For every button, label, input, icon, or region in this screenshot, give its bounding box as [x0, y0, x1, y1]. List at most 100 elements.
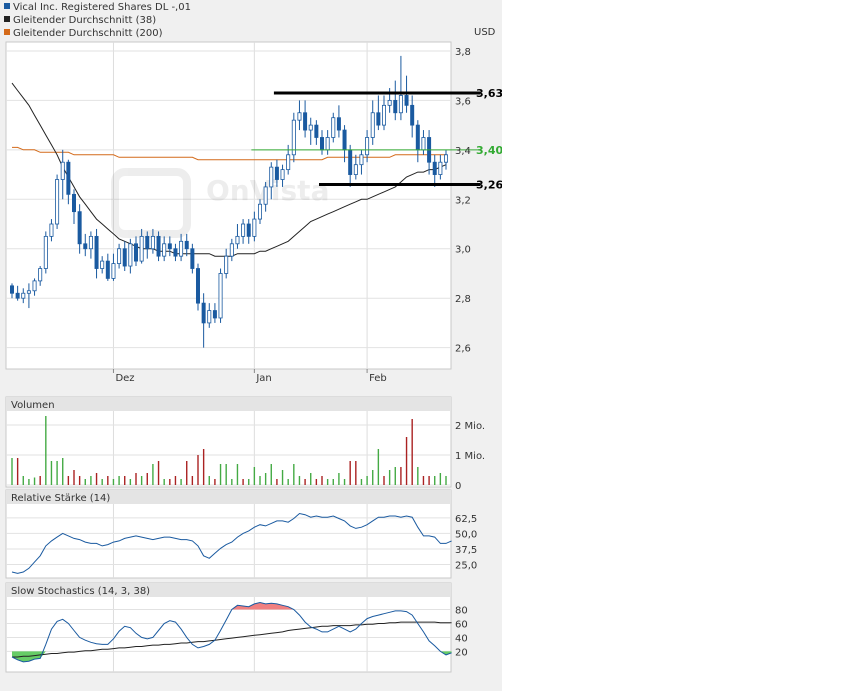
candle-body-34 [201, 302, 206, 324]
candle-body-4 [32, 280, 37, 292]
candle-body-58 [336, 117, 341, 131]
price-y-tick-4: 3,0 [455, 245, 471, 256]
price-x-tick-1: Jan [255, 373, 271, 384]
annotation-label-2: 3,26$ [476, 178, 502, 191]
candle-body-68 [393, 99, 398, 114]
candle-body-39 [229, 243, 234, 257]
candle-body-11 [72, 193, 77, 213]
legend-label-ma200: Gleitender Durchschnitt (200) [13, 28, 163, 39]
candle-body-53 [308, 124, 313, 131]
price-y-tick-3: 3,2 [455, 195, 471, 206]
rsi-y-axis: 62,5 50,0 37,5 25,0 [455, 514, 477, 572]
candle-body-20 [122, 248, 127, 267]
stochastics-y-tick-0: 80 [455, 605, 468, 616]
candle-body-47 [274, 166, 279, 180]
candle-body-62 [359, 154, 364, 166]
rsi-y-tick-2: 37,5 [455, 545, 477, 556]
candle-body-75 [432, 161, 437, 175]
legend-marker-ma38 [4, 16, 10, 22]
candle-body-31 [184, 240, 189, 250]
price-x-axis: Dez Jan Feb [112, 369, 387, 384]
volume-y-axis: 2 Mio. 1 Mio. 0 [455, 421, 485, 492]
watermark-text: OnVista [206, 174, 329, 207]
price-panel: OnVista 3,63$ 3,40$ 3,26$ 3,8 3,6 3,4 3,2 3,0 2… [5, 41, 511, 384]
candle-body-37 [218, 273, 223, 319]
candle-body-66 [381, 104, 386, 126]
candle-body-77 [443, 154, 448, 163]
candle-body-15 [94, 235, 99, 269]
candle-body-36 [212, 310, 217, 319]
candle-body-2 [21, 292, 26, 299]
candle-body-3 [26, 290, 31, 294]
candle-body-71 [410, 104, 415, 126]
candle-body-46 [269, 166, 274, 188]
stochastics-y-tick-2: 40 [455, 633, 468, 644]
price-x-tick-2: Feb [369, 373, 387, 384]
candle-body-18 [111, 263, 116, 279]
candle-body-21 [128, 243, 133, 267]
candle-body-24 [145, 235, 150, 250]
candle-body-12 [77, 211, 82, 245]
candle-body-48 [280, 169, 285, 180]
legend-marker-ma200 [4, 29, 10, 35]
volume-title: Volumen [11, 400, 55, 411]
candle-body-38 [224, 255, 229, 274]
candle-body-22 [133, 243, 138, 262]
candle-body-6 [43, 235, 48, 269]
legend-label-ma38: Gleitender Durchschnitt (38) [13, 15, 156, 26]
candle-body-16 [100, 260, 105, 269]
candle-body-30 [179, 240, 184, 257]
candle-body-9 [60, 161, 65, 180]
volume-y-tick-0: 2 Mio. [455, 421, 485, 432]
price-y-tick-1: 3,6 [455, 96, 471, 107]
candle-body-1 [15, 292, 20, 299]
candle-body-41 [241, 223, 246, 237]
candle-body-59 [342, 129, 347, 151]
legend-marker-price [4, 3, 10, 9]
chart-widget: Vical Inc. Registered Shares DL -,01 Gle… [0, 0, 511, 691]
rsi-y-tick-1: 50,0 [455, 529, 477, 540]
rsi-panel: Relative Stärke (14) 62,5 50,0 37,5 25,0 [5, 489, 477, 579]
candle-body-8 [55, 179, 60, 225]
candle-body-69 [398, 95, 403, 114]
candle-body-70 [404, 95, 409, 106]
candle-body-45 [263, 186, 268, 205]
candle-body-72 [415, 124, 420, 151]
legend: Vical Inc. Registered Shares DL -,01 Gle… [4, 2, 191, 39]
volume-y-tick-1: 1 Mio. [455, 451, 485, 462]
candle-body-56 [325, 137, 330, 151]
price-y-tick-2: 3,4 [455, 146, 471, 157]
candle-body-44 [257, 203, 262, 220]
candle-body-60 [348, 149, 353, 175]
candle-body-73 [421, 137, 426, 151]
stochastics-y-tick-3: 20 [455, 647, 468, 658]
candle-body-28 [167, 243, 172, 250]
volume-panel: Volumen 2 Mio. 1 Mio. 0 [5, 396, 485, 492]
rsi-y-tick-0: 62,5 [455, 514, 477, 525]
candle-body-0 [9, 285, 14, 294]
candle-body-5 [38, 268, 43, 282]
candle-body-26 [156, 235, 161, 257]
volume-title-bar [6, 397, 451, 411]
candle-body-10 [66, 161, 71, 195]
candle-body-23 [139, 235, 144, 262]
stochastics-y-tick-1: 60 [455, 619, 468, 630]
candle-body-33 [195, 268, 200, 304]
candle-body-65 [376, 112, 381, 126]
rsi-title: Relative Stärke (14) [11, 493, 110, 504]
stochastics-y-axis: 80 60 40 20 [455, 605, 468, 658]
candle-body-55 [319, 137, 324, 151]
volume-y-tick-2: 0 [455, 481, 461, 492]
chart-canvas: Vical Inc. Registered Shares DL -,01 Gle… [4, 2, 511, 673]
candle-body-32 [190, 248, 195, 269]
candle-body-35 [207, 310, 212, 324]
candle-body-14 [88, 235, 93, 250]
candle-body-64 [370, 112, 375, 138]
candle-body-29 [173, 248, 178, 257]
rsi-y-tick-3: 25,0 [455, 561, 477, 572]
candle-body-7 [49, 223, 54, 237]
currency-label: USD [474, 27, 496, 38]
candle-body-27 [162, 243, 167, 257]
annotation-label-0: 3,63$ [476, 87, 502, 100]
candle-body-51 [297, 112, 302, 121]
